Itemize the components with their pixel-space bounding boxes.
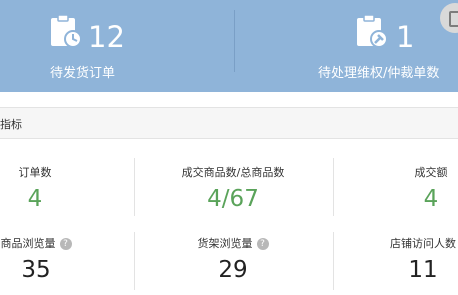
metric-value: 29 xyxy=(218,257,248,283)
pending-shipment-count: 12 xyxy=(88,20,125,54)
metric-divider xyxy=(134,232,135,290)
help-icon[interactable]: ? xyxy=(256,238,269,250)
metric-label: 店铺访问人数 xyxy=(390,237,456,250)
copy-icon xyxy=(449,11,458,27)
section-header: 指标 xyxy=(0,107,458,139)
metric-product-views: 商品浏览量? 35 xyxy=(0,235,72,283)
metric-store-visitors: 店铺访问人数 11 xyxy=(388,235,458,283)
metric-divider xyxy=(333,158,334,216)
clipboard-clock-icon xyxy=(51,14,82,48)
metric-order-count: 订单数 4 xyxy=(0,164,70,212)
metric-value: 11 xyxy=(408,257,438,283)
metric-shelf-views: 货架浏览量? 29 xyxy=(160,235,306,283)
metric-value: 35 xyxy=(21,257,51,283)
metric-divider xyxy=(134,158,135,216)
metric-divider xyxy=(333,232,334,290)
summary-banner: 12 待发货订单 1 待处理维权/仲裁单数 xyxy=(0,0,458,92)
metric-label-wrap: 货架浏览量? xyxy=(160,235,306,251)
metric-revenue: 成交额 4 xyxy=(404,164,458,212)
metric-value: 4 xyxy=(423,186,439,212)
metric-sold-items-ratio: 成交商品数/总商品数 4/67 xyxy=(160,164,306,212)
metric-label: 货架浏览量 xyxy=(197,237,253,250)
pending-dispute-label: 待处理维权/仲裁单数 xyxy=(318,66,440,81)
section-title: 指标 xyxy=(0,118,22,131)
copy-button[interactable] xyxy=(440,3,458,33)
banner-divider xyxy=(234,10,235,72)
metric-label: 商品浏览量 xyxy=(0,237,56,250)
metric-label: 订单数 xyxy=(18,166,52,179)
metric-label: 成交额 xyxy=(414,166,448,179)
metric-value: 4 xyxy=(27,186,43,212)
metric-label: 成交商品数/总商品数 xyxy=(181,166,285,179)
metric-label-wrap: 商品浏览量? xyxy=(0,235,72,251)
metric-value: 4/67 xyxy=(207,186,259,212)
pending-shipment-label: 待发货订单 xyxy=(50,66,116,81)
pending-dispute-count: 1 xyxy=(396,20,415,54)
clipboard-gavel-icon xyxy=(357,14,388,48)
help-icon[interactable]: ? xyxy=(59,238,72,250)
